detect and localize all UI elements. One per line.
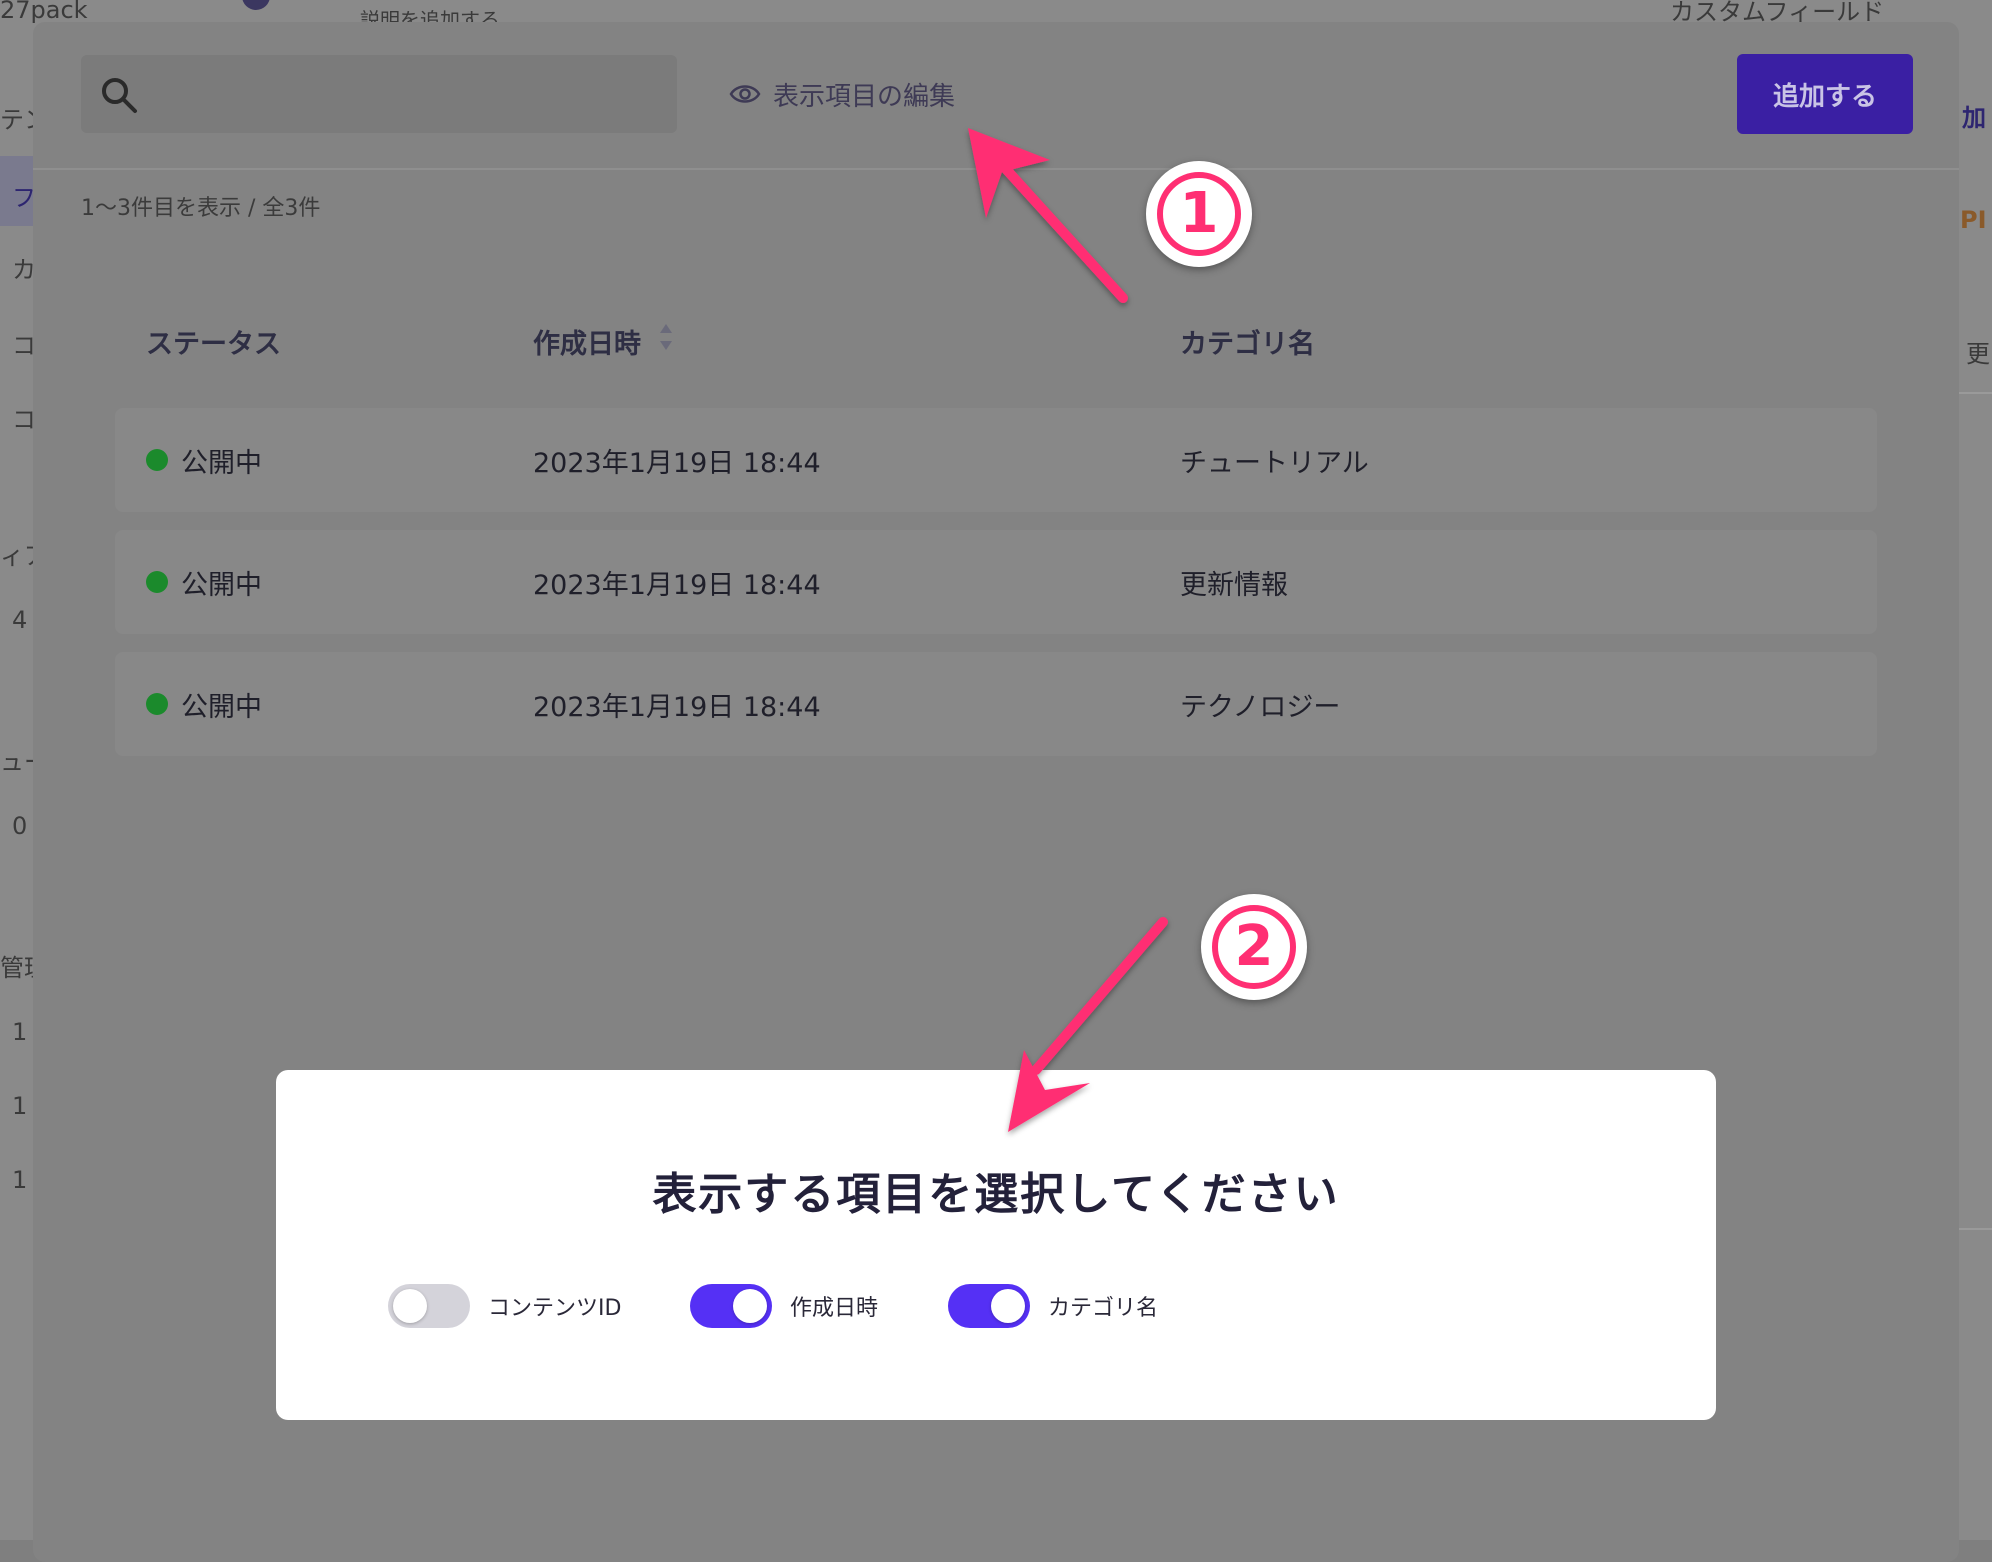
toggle-switch[interactable] — [388, 1284, 470, 1328]
edit-display-label: 表示項目の編集 — [773, 81, 956, 112]
toggle-label: コンテンツID — [488, 1296, 622, 1321]
sort-icon[interactable] — [658, 321, 674, 353]
toggle-label: 作成日時 — [790, 1296, 879, 1321]
status-dot — [146, 693, 168, 715]
bg-side-fragment: 1 — [12, 1166, 28, 1194]
toggle-switch[interactable] — [948, 1284, 1030, 1328]
status-cell: 公開中 — [181, 448, 262, 479]
bg-divider — [1959, 1228, 1992, 1230]
status-cell: 公開中 — [181, 692, 262, 723]
status-dot — [146, 449, 168, 471]
toggle-knob — [991, 1289, 1025, 1323]
edit-display-items-link[interactable]: 表示項目の編集 — [729, 74, 955, 114]
add-button[interactable]: 追加する — [1737, 54, 1913, 134]
result-count: 1〜3件目を表示 / 全3件 — [81, 196, 321, 221]
category-cell: チュートリアル — [1180, 448, 1369, 479]
status-dot — [146, 571, 168, 593]
table-row[interactable]: 公開中 2023年1月19日 18:44 更新情報 — [115, 530, 1877, 634]
column-header-created[interactable]: 作成日時 — [533, 322, 641, 361]
column-selector-popup: 表示する項目を選択してください コンテンツID 作成日時 カテゴリ名 — [276, 1070, 1716, 1420]
toggle-switch[interactable] — [690, 1284, 772, 1328]
popup-title: 表示する項目を選択してください — [652, 1169, 1340, 1220]
toggle-knob — [393, 1289, 427, 1323]
created-cell: 2023年1月19日 18:44 — [533, 448, 821, 479]
bg-right-fragment: PI — [1960, 206, 1987, 234]
toggle-content-id[interactable]: コンテンツID — [388, 1283, 621, 1329]
toggle-category-name[interactable]: カテゴリ名 — [948, 1283, 1158, 1329]
bg-side-fragment: 1 — [12, 1018, 28, 1046]
gear-icon — [242, 0, 270, 10]
search-input[interactable] — [81, 55, 677, 133]
bg-app-name-fragment: 27pack — [0, 0, 88, 24]
eye-icon — [729, 85, 761, 103]
toggle-label: カテゴリ名 — [1048, 1296, 1159, 1321]
category-cell: 更新情報 — [1180, 570, 1288, 601]
modal-header: 表示項目の編集 追加する — [33, 22, 1959, 170]
column-header-category: カテゴリ名 — [1180, 329, 1315, 360]
created-cell: 2023年1月19日 18:44 — [533, 692, 821, 723]
toggle-created-date[interactable]: 作成日時 — [690, 1283, 878, 1329]
bg-right-fragment: 加 — [1962, 104, 1986, 132]
column-header-status: ステータス — [146, 329, 281, 360]
search-icon — [102, 78, 137, 113]
bg-side-fragment: 0 — [12, 812, 28, 840]
status-cell: 公開中 — [181, 570, 262, 601]
bg-side-fragment: 1 — [12, 1092, 28, 1120]
category-cell: テクノロジー — [1180, 692, 1341, 723]
created-cell: 2023年1月19日 18:44 — [533, 570, 821, 601]
table-row[interactable]: 公開中 2023年1月19日 18:44 チュートリアル — [115, 408, 1877, 512]
bg-side-fragment: 4 — [12, 606, 28, 634]
bg-divider — [1959, 392, 1992, 394]
toggle-knob — [733, 1289, 767, 1323]
table-row[interactable]: 公開中 2023年1月19日 18:44 テクノロジー — [115, 652, 1877, 756]
bg-right-fragment: 更 — [1966, 340, 1990, 368]
